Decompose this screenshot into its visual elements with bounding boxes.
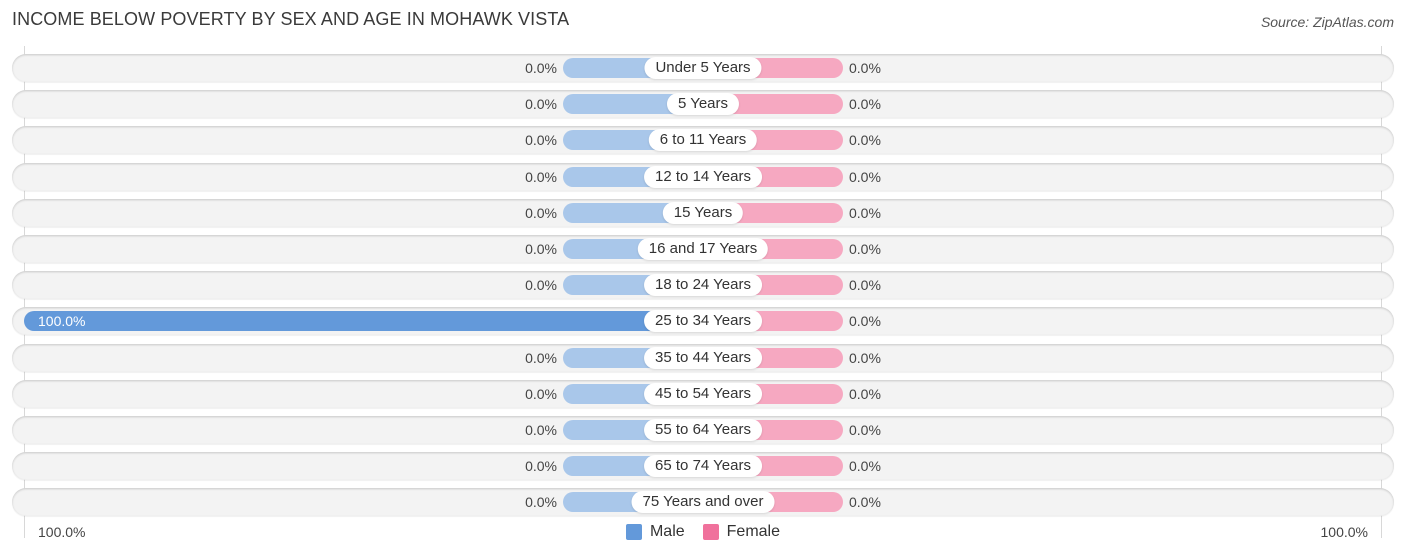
value-label-male: 0.0%	[525, 241, 557, 257]
chart-row: 0.0% 0.0% 6 to 11 Years	[12, 126, 1394, 155]
category-label: 5 Years	[666, 93, 740, 116]
legend-item-male[interactable]: Male	[625, 523, 685, 541]
chart-row: 0.0% 0.0% 18 to 24 Years	[12, 271, 1394, 300]
category-label: 6 to 11 Years	[648, 129, 758, 152]
legend-label-female: Female	[726, 523, 781, 540]
category-label: Under 5 Years	[644, 57, 762, 79]
category-label: 35 to 44 Years	[644, 346, 762, 369]
chart-row: 100.0% 0.0% 25 to 34 Years	[12, 307, 1394, 336]
category-label: 55 to 64 Years	[644, 419, 762, 441]
chart-row: 0.0% 0.0% 5 Years	[12, 90, 1394, 119]
value-label-female: 0.0%	[849, 241, 881, 257]
category-label: 16 and 17 Years	[637, 238, 769, 260]
legend-label-male: Male	[649, 523, 685, 540]
chart-row: 0.0% 0.0% 65 to 74 Years	[12, 452, 1394, 481]
value-label-female: 0.0%	[849, 60, 881, 76]
chart-row: 0.0% 0.0% 45 to 54 Years	[12, 379, 1394, 408]
bar-male[interactable]	[24, 311, 703, 332]
category-label: 12 to 14 Years	[644, 165, 762, 188]
value-label-female: 0.0%	[849, 132, 881, 149]
value-label-male: 0.0%	[525, 204, 557, 221]
value-label-male: 0.0%	[525, 349, 557, 366]
value-label-female: 0.0%	[849, 349, 881, 366]
value-label-male: 0.0%	[525, 132, 557, 149]
chart-row: 0.0% 0.0% Under 5 Years	[12, 54, 1394, 82]
chart-row: 0.0% 0.0% 55 to 64 Years	[12, 416, 1394, 444]
value-label-female: 0.0%	[849, 494, 881, 511]
category-label: 45 to 54 Years	[644, 382, 762, 405]
value-label-female: 0.0%	[849, 458, 881, 475]
source-credit: Source: ZipAtlas.com	[1260, 14, 1394, 30]
legend-swatch-male	[625, 524, 642, 540]
chart-row: 0.0% 0.0% 15 Years	[12, 198, 1394, 227]
value-label-male: 0.0%	[525, 168, 557, 185]
value-label-female: 0.0%	[849, 96, 881, 113]
value-label-male: 0.0%	[525, 494, 557, 511]
category-label: 75 Years and over	[631, 491, 775, 514]
value-label-female: 0.0%	[849, 313, 881, 330]
category-label: 65 to 74 Years	[644, 455, 762, 478]
value-label-male: 0.0%	[525, 60, 557, 76]
chart-title: INCOME BELOW POVERTY BY SEX AND AGE IN M…	[12, 9, 570, 29]
value-label-male: 0.0%	[525, 385, 557, 402]
chart-row: 0.0% 0.0% 75 Years and over	[12, 488, 1394, 517]
value-label-female: 0.0%	[849, 204, 881, 221]
value-label-female: 0.0%	[849, 385, 881, 402]
value-label-male: 0.0%	[525, 422, 557, 438]
chart-row: 0.0% 0.0% 16 and 17 Years	[12, 235, 1394, 263]
legend-swatch-female	[702, 524, 719, 540]
value-label-male: 0.0%	[525, 277, 557, 294]
category-label: 15 Years	[662, 201, 744, 224]
value-label-male: 0.0%	[525, 458, 557, 475]
value-label-male: 100.0%	[38, 313, 86, 330]
chart-row: 0.0% 0.0% 35 to 44 Years	[12, 343, 1394, 372]
value-label-female: 0.0%	[849, 422, 881, 438]
chart-row: 0.0% 0.0% 12 to 14 Years	[12, 162, 1394, 191]
category-label: 18 to 24 Years	[644, 274, 762, 297]
value-label-female: 0.0%	[849, 277, 881, 294]
legend-item-female[interactable]: Female	[702, 523, 781, 541]
value-label-female: 0.0%	[849, 168, 881, 185]
value-label-male: 0.0%	[525, 96, 557, 113]
legend: Male Female	[0, 523, 1406, 541]
category-label: 25 to 34 Years	[644, 310, 762, 333]
